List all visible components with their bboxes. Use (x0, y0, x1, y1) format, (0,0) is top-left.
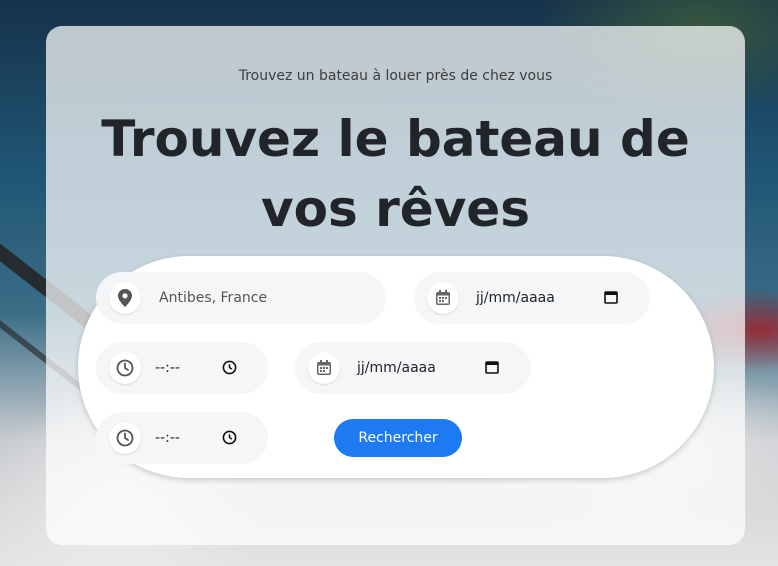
location-field[interactable]: Antibes, France (96, 272, 386, 324)
calendar-picker-icon[interactable] (604, 290, 618, 304)
search-button[interactable]: Rechercher (334, 419, 462, 457)
location-input[interactable]: Antibes, France (159, 290, 267, 306)
map-pin-icon (109, 282, 141, 314)
end-date-input[interactable]: jj/mm/aaaa (357, 360, 436, 376)
time-picker-icon[interactable] (222, 360, 237, 375)
start-date-input[interactable]: jj/mm/aaaa (476, 290, 555, 306)
search-card: Trouvez un bateau à louer près de chez v… (46, 26, 745, 545)
end-time-input[interactable]: --:-- (155, 430, 180, 446)
clock-icon (109, 422, 141, 454)
end-date-field[interactable]: jj/mm/aaaa (295, 342, 531, 394)
start-time-input[interactable]: --:-- (155, 360, 180, 376)
calendar-icon (308, 352, 340, 384)
calendar-picker-icon[interactable] (485, 360, 499, 374)
end-time-field[interactable]: --:-- (96, 412, 268, 464)
time-picker-icon[interactable] (222, 430, 237, 445)
hero-title: Trouvez le bateau de vos rêves (101, 110, 690, 238)
calendar-icon (427, 282, 459, 314)
start-date-field[interactable]: jj/mm/aaaa (414, 272, 650, 324)
hero-subtitle: Trouvez un bateau à louer près de chez v… (238, 68, 553, 84)
start-time-field[interactable]: --:-- (96, 342, 268, 394)
clock-icon (109, 352, 141, 384)
search-form: Antibes, France jj/mm/aaaa --:-- jj/mm/a… (78, 256, 714, 478)
